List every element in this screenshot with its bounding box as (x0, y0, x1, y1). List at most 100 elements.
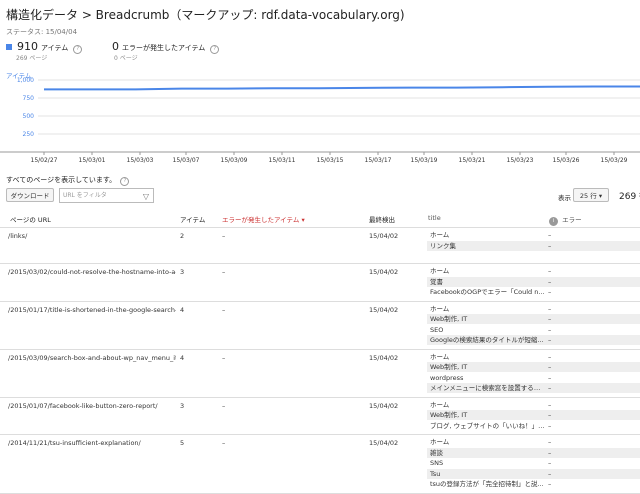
header-error: i エラー (549, 214, 582, 226)
row-detected: 15/04/02 (369, 268, 399, 276)
row-url[interactable]: /2015/03/09/search-box-and-about-wp_nav_… (8, 354, 176, 362)
row-items: 5 (180, 439, 185, 447)
help-icon[interactable]: ? (120, 177, 130, 186)
url-filter-placeholder: URL をフィルタ (63, 192, 107, 199)
row-divider (0, 434, 640, 435)
row-title-entry: ホーム (430, 304, 450, 313)
row-title-entry: メインメニューに検索窓を設置する方... (427, 383, 545, 393)
help-icon[interactable]: ? (210, 45, 220, 54)
download-button[interactable]: ダウンロード (6, 188, 54, 202)
status-date: ステータス: 15/04/04 (6, 28, 78, 36)
row-title-entry: tsuの登録方法が「完全招待制」と説... (430, 480, 544, 488)
row-items: 4 (180, 305, 185, 314)
row-title-entry: ホーム (430, 400, 450, 409)
items-label: アイテム (41, 44, 69, 52)
x-tick-label: 15/03/01 (79, 157, 106, 164)
x-tick-label: 15/03/23 (507, 157, 534, 164)
row-title-entry: ホーム (430, 352, 450, 361)
header-error-items[interactable]: エラーが発生したアイテム ▾ (222, 214, 305, 224)
row-error-entry: – (548, 421, 552, 430)
x-tick-label: 15/03/07 (173, 157, 200, 164)
row-error-entry: – (545, 276, 640, 287)
row-title-entry: wordpress (430, 373, 464, 382)
row-title-entry: FacebookのOGPでエラー「Could n... (430, 288, 545, 296)
row-detected: 15/04/02 (369, 232, 399, 240)
row-title-entry: SNS (430, 459, 444, 467)
errors-count: 0 (112, 40, 119, 53)
rows-per-page-select[interactable]: 25 行 ▾ (573, 188, 609, 202)
filter-icon[interactable]: ▽ (143, 190, 149, 203)
row-error-entry: – (548, 267, 552, 275)
rows-select-value: 25 行 (579, 192, 597, 200)
row-url[interactable]: /2015/03/02/could-not-resolve-the-hostna… (8, 268, 176, 276)
header-title: title (428, 214, 441, 222)
show-label: 表示 (558, 194, 571, 202)
row-title-entry: SEO (430, 325, 444, 334)
row-items: 4 (180, 353, 185, 362)
row-url[interactable]: /2015/01/07/facebook-like-button-zero-re… (8, 402, 176, 410)
row-error-entry: – (545, 362, 640, 372)
items-summary: 910 アイテム ? 269 ページ (6, 40, 83, 62)
row-error-entry: – (545, 335, 640, 345)
row-error-entry: – (548, 459, 552, 467)
row-error-entry: – (548, 400, 552, 409)
row-divider (0, 348, 640, 350)
row-error-entry: – (545, 383, 640, 393)
row-title-entry: 覚書 (427, 276, 545, 287)
page-title: 構造化データ > Breadcrumb（マークアップ: rdf.data-voc… (6, 8, 405, 22)
y-tick-label: 1,000 (17, 77, 34, 84)
pages-text: すべてのページを表示しています。 (6, 176, 117, 184)
series-line-items (44, 85, 640, 91)
x-tick-label: 15/03/09 (221, 157, 248, 164)
row-error-entry: – (545, 410, 640, 420)
row-items: 3 (180, 268, 185, 276)
row-error-items: – (222, 268, 226, 276)
row-error-entry: – (548, 231, 552, 239)
row-title-entry: 雑談 (427, 447, 545, 458)
row-error-entry: – (548, 288, 552, 296)
x-tick-label: 15/03/15 (317, 157, 344, 164)
row-error-entry: – (548, 352, 552, 361)
y-tick-label: 500 (23, 113, 35, 120)
header-url[interactable]: ページの URL (10, 214, 51, 224)
row-url[interactable]: /links/ (8, 232, 176, 240)
items-line-chart: アイテム1,00075050025015/02/27 15/03/01 15/03/… (0, 72, 640, 164)
header-divider (0, 227, 640, 228)
pages-info: すべてのページを表示しています。 ? (6, 175, 130, 186)
header-error-label: エラー (562, 216, 582, 224)
row-error-entry: – (545, 314, 640, 324)
url-filter-input[interactable]: URL をフィルタ ▽ (59, 188, 154, 203)
header-detected[interactable]: 最終検出 (369, 214, 395, 224)
row-title-entry: ホーム (430, 267, 450, 275)
row-detected: 15/04/02 (369, 439, 399, 447)
row-detected: 15/04/02 (369, 401, 399, 410)
row-error-items: – (222, 305, 226, 314)
row-title-entry: ホーム (430, 231, 450, 239)
header-items[interactable]: アイテム (180, 214, 205, 224)
row-error-entry: – (548, 325, 552, 334)
x-tick-label: 15/03/03 (127, 157, 154, 164)
row-divider (0, 300, 640, 302)
sort-desc-icon: ▾ (301, 216, 305, 224)
x-tick-label: 15/03/19 (411, 157, 438, 164)
header-error-items-label: エラーが発生したアイテム (222, 216, 300, 224)
x-tick-label: 15/03/26 (553, 157, 580, 164)
row-detected: 15/04/02 (369, 305, 399, 314)
errors-summary: 0 エラーが発生したアイテム ? 0 ページ (112, 40, 220, 62)
row-count: 269 行 (619, 192, 640, 202)
row-error-entry: – (545, 447, 640, 458)
row-error-items: – (222, 439, 226, 447)
row-divider (0, 492, 640, 494)
row-error-entry: – (548, 480, 552, 488)
help-icon[interactable]: ? (73, 45, 83, 54)
row-url[interactable]: /2015/01/17/title-is-shortened-in-the-go… (8, 306, 176, 314)
row-error-entry: – (548, 373, 552, 382)
row-detected: 15/04/02 (369, 353, 399, 362)
row-url[interactable]: /2014/11/21/tsu-insufficient-explanation… (8, 439, 176, 447)
row-error-entry: – (548, 304, 552, 313)
items-count: 910 (17, 40, 38, 53)
row-divider (0, 263, 640, 264)
row-title-entry: Web制作, IT (427, 362, 545, 372)
row-error-entry: – (548, 438, 552, 446)
row-error-items: – (222, 232, 226, 240)
